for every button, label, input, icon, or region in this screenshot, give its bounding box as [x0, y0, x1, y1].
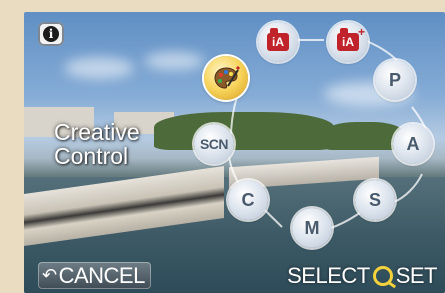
select-set-hint: SELECT SET: [287, 262, 437, 289]
mode-label: C: [241, 189, 255, 210]
mode-button-creative-control[interactable]: [204, 56, 248, 100]
mode-name-label: Creative Control: [54, 120, 140, 168]
info-button[interactable]: i: [38, 22, 64, 46]
mode-button-manual[interactable]: M: [292, 208, 332, 248]
return-arrow-icon: ↶: [42, 265, 57, 285]
mode-button-program[interactable]: P: [375, 60, 415, 100]
mode-label: iA: [272, 35, 284, 49]
live-view-screen: i Creative Control iA iA+ P A S M C SCN: [24, 12, 445, 293]
mode-button-scene[interactable]: SCN: [194, 124, 234, 164]
background-trees: [154, 112, 334, 150]
mode-label: A: [406, 133, 420, 154]
camera-ia-icon: iA: [267, 28, 289, 51]
mode-button-intelligent-auto[interactable]: iA: [258, 22, 298, 62]
mode-button-intelligent-auto-plus[interactable]: iA +: [328, 22, 368, 62]
background-cloud: [64, 57, 134, 79]
mode-name-line2: Control: [54, 143, 129, 169]
mode-label: M: [304, 217, 320, 238]
mode-button-aperture-priority[interactable]: A: [393, 124, 433, 164]
mode-button-custom[interactable]: C: [228, 180, 268, 220]
mode-label: S: [368, 189, 381, 210]
mode-label: P: [388, 69, 401, 90]
select-label: SELECT: [287, 262, 370, 288]
cancel-label: CANCEL: [58, 262, 146, 288]
cancel-button[interactable]: ↶ CANCEL: [38, 262, 151, 289]
control-dial-icon: [372, 265, 393, 286]
background-trees: [324, 122, 404, 150]
info-icon: i: [43, 26, 59, 42]
camera-ia-plus-icon: iA +: [337, 25, 365, 51]
background-cloud: [144, 52, 204, 70]
palette-icon: [214, 65, 240, 89]
mode-name-line1: Creative: [54, 119, 140, 145]
mode-button-shutter-priority[interactable]: S: [355, 180, 395, 220]
mode-label: SCN: [199, 136, 229, 152]
bottom-bar: ↶ CANCEL SELECT SET: [24, 257, 445, 293]
mode-label: iA: [342, 35, 354, 49]
set-label: SET: [395, 262, 438, 288]
